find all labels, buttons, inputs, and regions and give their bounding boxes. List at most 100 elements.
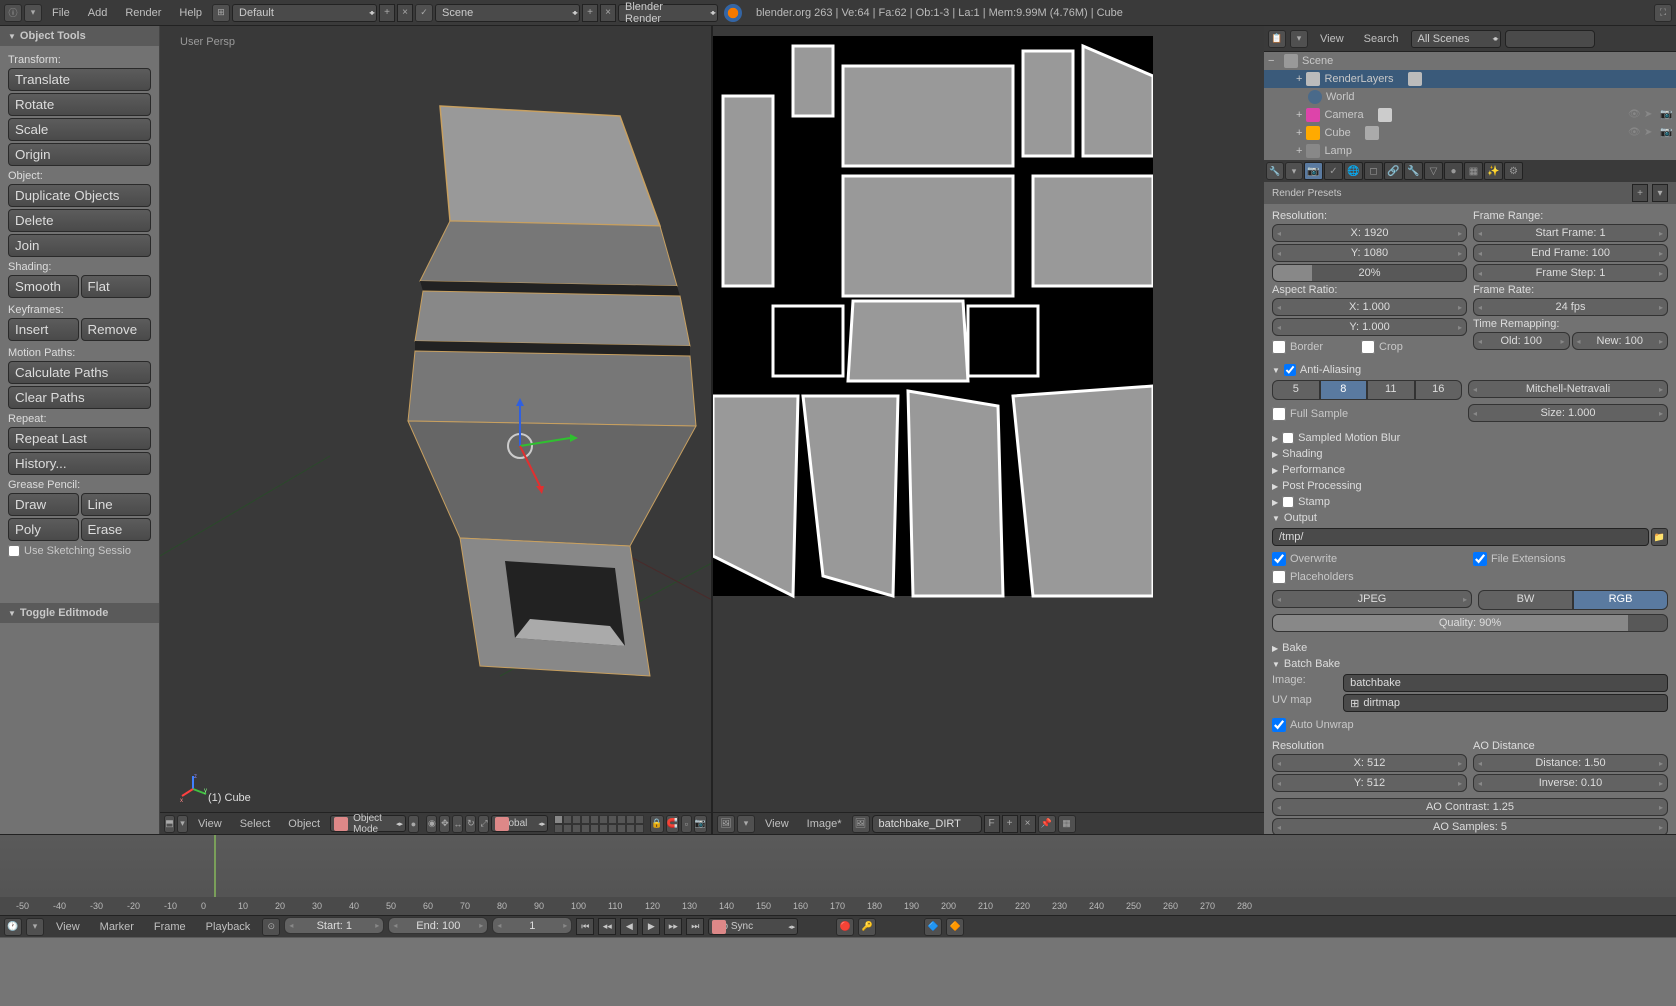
bake-image-field[interactable]: batchbake [1343,674,1668,692]
smb-section-header[interactable]: Sampled Motion Blur [1268,430,1672,446]
smooth-button[interactable]: Smooth [8,275,79,298]
tl-menu-playback[interactable]: Playback [198,917,259,937]
color-rgb[interactable]: RGB [1573,590,1668,610]
timeline-track[interactable]: -50-40-30-20-100102030405060708090100110… [0,835,1676,915]
file-ext-checkbox[interactable] [1473,552,1487,566]
ao-distance-field[interactable]: Distance: 1.50 [1473,754,1668,772]
smb-checkbox[interactable] [1282,432,1294,444]
repeat-last-button[interactable]: Repeat Last [8,427,151,450]
quality-slider[interactable]: Quality: 90% [1272,614,1668,632]
end-frame-field[interactable]: End Frame: 100 [1473,244,1668,262]
object-tools-header[interactable]: Object Tools [0,26,159,46]
fps-field[interactable]: 24 fps [1473,298,1668,316]
cursor-icon[interactable]: ➤ [1644,109,1656,121]
eye-icon[interactable]: 👁 [1628,127,1640,139]
image-menu-view[interactable]: View [757,814,797,834]
keying-delete-icon[interactable]: 🔶 [946,918,964,936]
aspect-y-field[interactable]: Y: 1.000 [1272,318,1467,336]
outliner-tree[interactable]: − Scene + RenderLayers World + Camera 👁 … [1264,52,1676,160]
manipulator-icon[interactable]: ✥ [439,815,450,833]
aa-enable-checkbox[interactable] [1284,364,1296,376]
3dview-menu-view[interactable]: View [190,814,230,834]
aa-8[interactable]: 8 [1320,380,1368,400]
ctx-object-icon[interactable]: ◻ [1364,162,1383,180]
image-add[interactable]: + [1002,815,1018,833]
time-old-field[interactable]: Old: 100 [1473,332,1570,350]
outliner-search-field[interactable] [1505,30,1595,48]
rotate-gizmo-icon[interactable]: ↻ [465,815,476,833]
flat-button[interactable]: Flat [81,275,152,298]
properties-editor-icon[interactable]: 🔧 [1266,162,1284,180]
tree-cube[interactable]: + Cube 👁 ➤ 📷 [1264,124,1676,142]
play-icon[interactable]: ▶ [642,918,660,935]
autokey-icon[interactable]: 🔴 [836,918,854,936]
info-editor-icon[interactable]: ⓘ [4,4,22,22]
sketching-session-checkbox[interactable] [8,545,20,557]
bake-section-header[interactable]: Bake [1268,640,1672,656]
timeline-editor-icon[interactable]: 🕐 [4,918,22,936]
calculate-paths-button[interactable]: Calculate Paths [8,361,151,384]
image-editor-icon[interactable]: 🖼 [717,815,735,833]
outliner-editor-icon[interactable]: 📋 [1268,30,1286,48]
3dview-menu-select[interactable]: Select [232,814,279,834]
keyframe-next-icon[interactable]: ▸▸ [664,918,682,935]
scale-gizmo-icon[interactable]: ⤢ [478,815,489,833]
ctx-constraints-icon[interactable]: 🔗 [1384,162,1403,180]
image-fake-user[interactable]: F [984,815,1000,833]
placeholders-checkbox[interactable] [1272,570,1286,584]
scene-add[interactable]: + [582,4,598,22]
scene-dropdown[interactable]: Scene [435,4,580,22]
rotate-button[interactable]: Rotate [8,93,151,116]
tl-range-icon[interactable]: ⊙ [262,918,280,936]
bake-x-field[interactable]: X: 512 [1272,754,1467,772]
clear-paths-button[interactable]: Clear Paths [8,386,151,409]
ctx-render-icon[interactable]: 📷 [1304,162,1323,180]
aspect-x-field[interactable]: X: 1.000 [1272,298,1467,316]
gp-poly-button[interactable]: Poly [8,518,79,541]
jump-start-icon[interactable]: ⏮ [576,918,594,935]
ctx-world-icon[interactable]: 🌐 [1344,162,1363,180]
bake-y-field[interactable]: Y: 512 [1272,774,1467,792]
tl-current-field[interactable]: 1 [492,917,572,934]
performance-section-header[interactable]: Performance [1268,462,1672,478]
tl-menu-marker[interactable]: Marker [92,917,142,937]
origin-button[interactable]: Origin [8,143,151,166]
gp-draw-button[interactable]: Draw [8,493,79,516]
format-dropdown[interactable]: JPEG [1272,590,1472,608]
output-section-header[interactable]: Output [1268,510,1672,526]
engine-dropdown[interactable]: Blender Render [618,4,718,22]
ao-samples-field[interactable]: AO Samples: 5 [1272,818,1668,834]
menu-render[interactable]: Render [117,3,169,23]
batch-bake-section-header[interactable]: Batch Bake [1268,656,1672,672]
keying-insert-icon[interactable]: 🔷 [924,918,942,936]
frame-step-field[interactable]: Frame Step: 1 [1473,264,1668,282]
snap-icon[interactable]: 🧲 [666,815,679,833]
render-icon[interactable]: 📷 [1660,109,1672,121]
sync-dropdown[interactable]: No Sync [708,918,798,935]
stamp-checkbox[interactable] [1282,496,1294,508]
ctx-data-icon[interactable]: ▽ [1424,162,1443,180]
join-button[interactable]: Join [8,234,151,257]
translate-button[interactable]: Translate [8,68,151,91]
3dview-editor-icon[interactable]: ⬒ [164,815,175,833]
properties-menu-collapse[interactable]: ▾ [1285,162,1303,180]
scene-icon[interactable]: ✓ [415,4,433,22]
border-checkbox[interactable] [1272,340,1286,354]
orientation-dropdown[interactable]: Global [491,815,548,832]
back-to-previous[interactable]: ⛶ [1654,4,1672,22]
crop-checkbox[interactable] [1361,340,1375,354]
tl-start-field[interactable]: Start: 1 [284,917,384,934]
snap-element-icon[interactable]: ▫ [681,815,692,833]
ctx-modifiers-icon[interactable]: 🔧 [1404,162,1423,180]
insert-keyframe-button[interactable]: Insert [8,318,79,341]
aa-samples-buttons[interactable]: 5 8 11 16 [1272,380,1462,400]
3dview-menu-collapse[interactable]: ▾ [177,815,188,833]
eye-icon[interactable]: 👁 [1628,109,1640,121]
res-y-field[interactable]: Y: 1080 [1272,244,1467,262]
play-reverse-icon[interactable]: ◀ [620,918,638,935]
ctx-physics-icon[interactable]: ⚙ [1504,162,1523,180]
aa-filter-dropdown[interactable]: Mitchell-Netravali [1468,380,1668,398]
tl-end-field[interactable]: End: 100 [388,917,488,934]
outliner-menu-collapse[interactable]: ▾ [1290,30,1308,48]
render-presets-label[interactable]: Render Presets [1272,188,1341,199]
